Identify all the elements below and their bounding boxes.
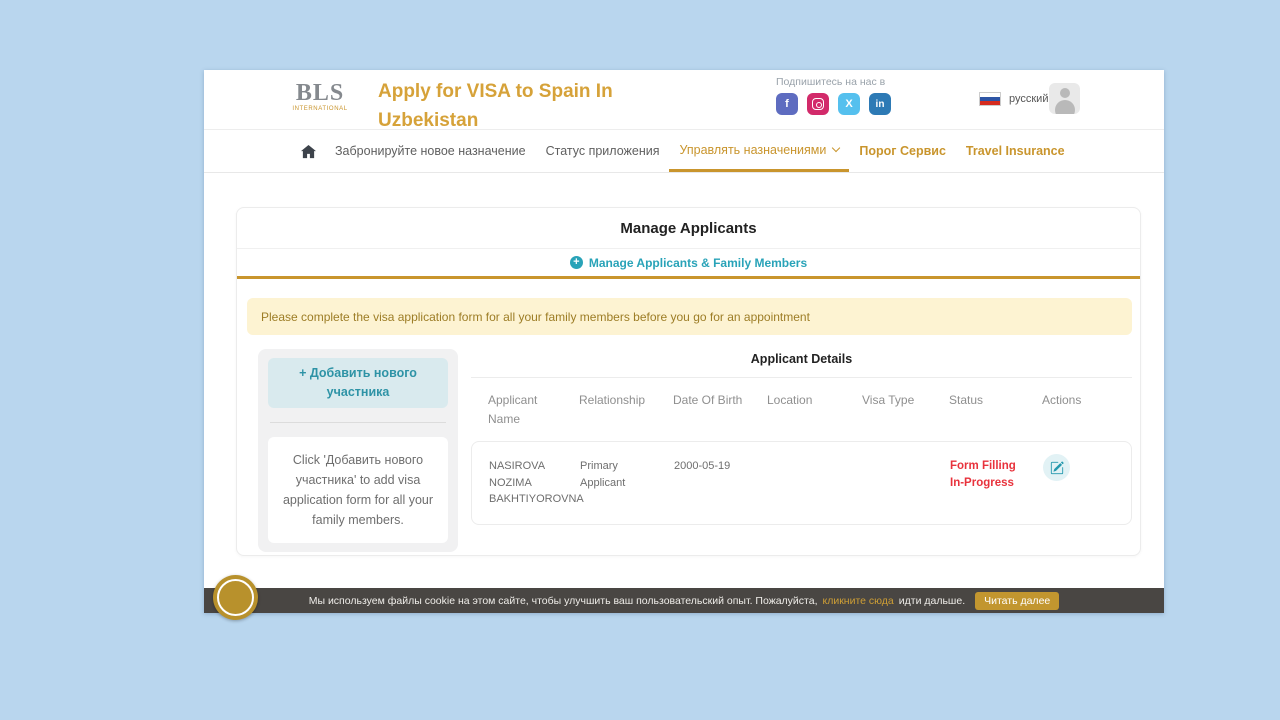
- applicant-details-section: Applicant Details Applicant Name Relatio…: [471, 349, 1132, 552]
- card-title: Manage Applicants: [237, 208, 1140, 249]
- nav-manage-appointments[interactable]: Управлять назначениями: [669, 130, 849, 172]
- edit-applicant-button[interactable]: [1043, 454, 1070, 481]
- col-visa-type: Visa Type: [862, 391, 949, 428]
- add-new-applicant-button[interactable]: + Добавить нового участника: [268, 358, 448, 408]
- edit-pencil-icon: [1050, 461, 1064, 475]
- date-of-birth-value: 2000-05-19: [674, 458, 768, 508]
- manage-applicants-card: Manage Applicants + Manage Applicants & …: [236, 207, 1141, 556]
- cookie-text: Мы используем файлы cookie на этом сайте…: [309, 595, 818, 607]
- relationship-value: Primary Applicant: [580, 458, 674, 508]
- language-label: русский: [1009, 93, 1048, 105]
- tab-label: Manage Applicants & Family Members: [589, 256, 807, 270]
- main-navigation: Забронируйте новое назначение Статус при…: [204, 130, 1164, 173]
- linkedin-icon[interactable]: in: [869, 93, 891, 115]
- visa-type-value: [863, 458, 950, 508]
- card-body: + Добавить нового участника Click 'Добав…: [237, 349, 1140, 552]
- chevron-down-icon: [832, 144, 840, 152]
- page-title: Apply for VISA to Spain In Uzbekistan: [378, 77, 658, 135]
- nav-manage-appointments-label: Управлять назначениями: [679, 143, 826, 157]
- nav-travel-insurance[interactable]: Travel Insurance: [956, 130, 1075, 172]
- cookie-text-after: идти дальше.: [899, 595, 965, 607]
- facebook-icon[interactable]: f: [776, 93, 798, 115]
- table-row: NASIROVA NOZIMA BAKHTIYOROVNA Primary Ap…: [471, 441, 1132, 525]
- table-header-row: Applicant Name Relationship Date Of Birt…: [471, 378, 1132, 428]
- floating-assist-widget[interactable]: [213, 575, 258, 620]
- applicant-details-title: Applicant Details: [471, 352, 1132, 366]
- col-actions: Actions: [1042, 391, 1132, 428]
- col-date-of-birth: Date Of Birth: [673, 391, 767, 428]
- status-badge: Form Filling In-Progress: [950, 458, 1043, 508]
- tab-manage-applicants-family[interactable]: + Manage Applicants & Family Members: [237, 249, 1140, 279]
- col-status: Status: [949, 391, 1042, 428]
- bls-logo[interactable]: BLS INTERNATIONAL: [288, 81, 352, 112]
- actions-cell: [1043, 458, 1131, 508]
- col-relationship: Relationship: [579, 391, 673, 428]
- twitter-x-icon[interactable]: X: [838, 93, 860, 115]
- applicant-name-value: NASIROVA NOZIMA BAKHTIYOROVNA: [489, 458, 580, 508]
- instagram-icon[interactable]: [807, 93, 829, 115]
- plus-circle-icon: +: [570, 256, 583, 269]
- nav-premium-service[interactable]: Порог Сервис: [849, 130, 956, 172]
- bls-logo-subtext: INTERNATIONAL: [288, 106, 352, 112]
- user-avatar[interactable]: [1049, 83, 1080, 114]
- browser-page: BLS INTERNATIONAL Apply for VISA to Spai…: [204, 70, 1164, 613]
- cookie-consent-bar: Мы используем файлы cookie на этом сайте…: [204, 588, 1164, 613]
- language-selector[interactable]: русский: [979, 92, 1048, 106]
- social-follow-block: Подпишитесь на нас в f X in: [776, 76, 891, 115]
- col-location: Location: [767, 391, 862, 428]
- bls-logo-text: BLS: [288, 81, 352, 105]
- site-header: BLS INTERNATIONAL Apply for VISA to Spai…: [204, 70, 1164, 130]
- sidebar-divider: [270, 422, 446, 423]
- applicant-sidebar: + Добавить нового участника Click 'Добав…: [258, 349, 458, 552]
- col-applicant-name: Applicant Name: [488, 391, 579, 428]
- nav-home[interactable]: [292, 130, 325, 172]
- notice-banner: Please complete the visa application for…: [247, 298, 1132, 335]
- home-icon: [301, 144, 316, 159]
- social-icons: f X in: [776, 93, 891, 115]
- instagram-glyph: [812, 98, 824, 110]
- read-more-button[interactable]: Читать далее: [975, 592, 1059, 610]
- social-follow-label: Подпишитесь на нас в: [776, 76, 891, 88]
- sidebar-hint: Click 'Добавить нового участника' to add…: [268, 437, 448, 543]
- location-value: [768, 458, 863, 508]
- nav-application-status[interactable]: Статус приложения: [536, 130, 670, 172]
- nav-book-new-appointment[interactable]: Забронируйте новое назначение: [325, 130, 536, 172]
- russian-flag-icon: [979, 92, 1001, 106]
- cookie-click-here-link[interactable]: кликните сюда: [823, 595, 894, 607]
